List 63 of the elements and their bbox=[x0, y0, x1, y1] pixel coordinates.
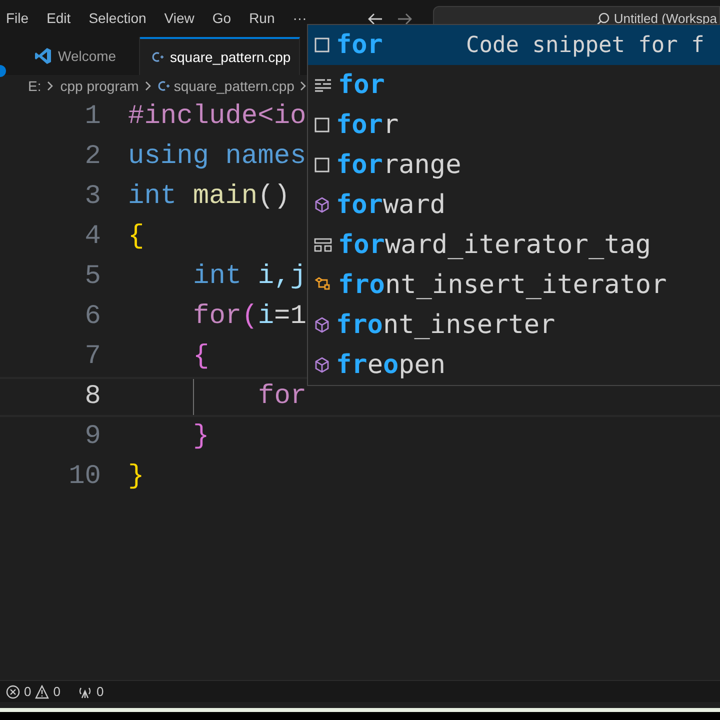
line-number: 1 bbox=[84, 100, 101, 134]
code-text: int main() bbox=[128, 180, 290, 214]
suggestion-item[interactable]: freopen bbox=[308, 345, 720, 385]
code-text: { bbox=[128, 220, 144, 254]
menu-item[interactable]: ··· bbox=[292, 8, 307, 29]
suggestion-detail: Code snippet for f bbox=[466, 32, 704, 60]
error-icon bbox=[6, 684, 20, 698]
chevron-icon bbox=[144, 81, 152, 91]
suggestion-item[interactable]: for Code snippet for f bbox=[308, 25, 720, 65]
breadcrumb-item[interactable]: square_pattern.cpp bbox=[158, 76, 294, 96]
menu-item[interactable]: File bbox=[6, 8, 29, 29]
code-logo-icon bbox=[34, 47, 52, 65]
code-text: #include<io bbox=[128, 100, 306, 134]
search-icon bbox=[596, 12, 610, 26]
line-number: 2 bbox=[84, 140, 101, 174]
line-number: 5 bbox=[84, 260, 101, 294]
line-number: 3 bbox=[84, 180, 101, 214]
lines-icon bbox=[314, 77, 332, 93]
suggestion-item[interactable]: for range bbox=[308, 145, 720, 185]
menu-item[interactable]: View bbox=[164, 8, 194, 29]
ports-count[interactable]: 0 bbox=[96, 682, 104, 702]
menu-item[interactable]: Go bbox=[212, 8, 232, 29]
back-arrow-icon[interactable] bbox=[366, 12, 383, 24]
suggestion-item[interactable]: forward_iterator_tag bbox=[308, 225, 720, 265]
line-number: 4 bbox=[84, 220, 101, 254]
cube-icon bbox=[314, 356, 330, 374]
warning-count[interactable]: 0 bbox=[53, 682, 60, 702]
code-text: } bbox=[128, 460, 144, 494]
cpp-file-icon bbox=[158, 80, 170, 92]
suggestion-item[interactable]: front_insert_iterator bbox=[308, 265, 720, 305]
forward-arrow-icon[interactable] bbox=[396, 12, 413, 24]
chevron-icon bbox=[47, 81, 54, 91]
line-number: 6 bbox=[84, 300, 101, 334]
chevron-icon bbox=[300, 81, 308, 91]
snippet-icon bbox=[314, 156, 330, 174]
snippet-icon bbox=[314, 36, 330, 54]
warning-icon bbox=[35, 684, 50, 698]
code-text: int i,j bbox=[193, 260, 306, 294]
line-number: 7 bbox=[84, 340, 101, 374]
editor-tab[interactable]: square_pattern.cpp bbox=[140, 37, 300, 75]
cpp-file-icon bbox=[152, 51, 164, 63]
struct-icon bbox=[314, 237, 332, 253]
menu-item[interactable]: Edit bbox=[46, 8, 71, 29]
breadcrumb-item[interactable]: E: bbox=[28, 76, 42, 96]
code-text: } bbox=[193, 420, 210, 454]
code-text: using names bbox=[128, 140, 306, 174]
line-number: 9 bbox=[84, 420, 101, 454]
code-text: for(i=1 bbox=[193, 300, 306, 334]
snippet-icon bbox=[314, 116, 330, 134]
breadcrumb-item[interactable]: cpp program bbox=[60, 76, 139, 96]
menu-item[interactable]: Selection bbox=[88, 8, 146, 29]
cube-icon bbox=[314, 196, 330, 214]
suggestion-item[interactable]: forward bbox=[308, 185, 720, 225]
suggestion-item[interactable]: front_inserter bbox=[308, 305, 720, 345]
line-number: 10 bbox=[68, 460, 101, 494]
suggestion-item[interactable]: for r bbox=[308, 105, 720, 145]
error-count[interactable]: 0 bbox=[24, 682, 32, 702]
suggestion-item[interactable]: for bbox=[308, 65, 720, 105]
code-text: { bbox=[193, 340, 210, 374]
cube-icon bbox=[314, 316, 330, 334]
line-number: 8 bbox=[84, 380, 101, 414]
menu-item[interactable]: Run bbox=[249, 8, 275, 29]
code-text: for bbox=[258, 380, 307, 414]
